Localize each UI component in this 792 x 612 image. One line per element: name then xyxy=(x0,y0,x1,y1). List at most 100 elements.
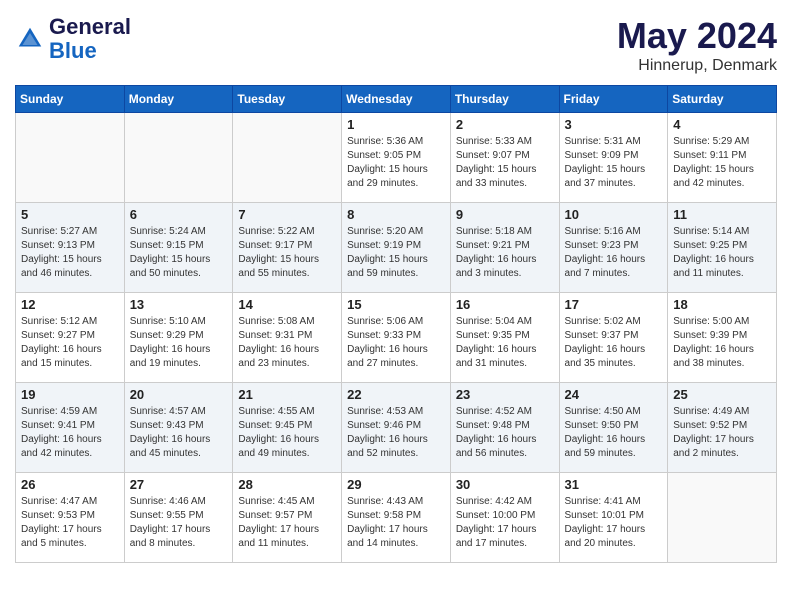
calendar-cell: 6 Sunrise: 5:24 AM Sunset: 9:15 PM Daylig… xyxy=(124,203,233,293)
calendar-table: SundayMondayTuesdayWednesdayThursdayFrid… xyxy=(15,85,777,563)
day-info: Sunrise: 4:41 AM Sunset: 10:01 PM Daylig… xyxy=(565,495,663,551)
day-number: 11 xyxy=(673,207,771,222)
day-number: 6 xyxy=(130,207,228,222)
logo-icon xyxy=(15,24,45,54)
day-number: 2 xyxy=(456,117,554,132)
day-number: 26 xyxy=(21,477,119,492)
day-info: Sunrise: 5:14 AM Sunset: 9:25 PM Dayligh… xyxy=(673,225,771,281)
day-number: 31 xyxy=(565,477,663,492)
calendar-cell: 10Sunrise: 5:16 AM Sunset: 9:23 PM Dayli… xyxy=(559,203,668,293)
day-info: Sunrise: 5:04 AM Sunset: 9:35 PM Dayligh… xyxy=(456,315,554,371)
calendar-cell: 13 Sunrise: 5:10 AM Sunset: 9:29 PM Dayli… xyxy=(124,293,233,383)
day-number: 23 xyxy=(456,387,554,402)
calendar-cell xyxy=(16,113,125,203)
location-title: Hinnerup, Denmark xyxy=(617,57,777,75)
day-info: Sunrise: 5:18 AM Sunset: 9:21 PM Dayligh… xyxy=(456,225,554,281)
day-info: Sunrise: 5:08 AM Sunset: 9:31 PM Dayligh… xyxy=(238,315,336,371)
day-info: Sunrise: 4:57 AM Sunset: 9:43 PM Dayligh… xyxy=(130,405,228,461)
calendar-cell: 1 Sunrise: 5:36 AM Sunset: 9:05 PM Daylig… xyxy=(342,113,451,203)
weekday-header-row: SundayMondayTuesdayWednesdayThursdayFrid… xyxy=(16,86,777,113)
calendar-cell: 4 Sunrise: 5:29 AM Sunset: 9:11 PM Daylig… xyxy=(668,113,777,203)
calendar-cell: 30 Sunrise: 4:42 AM Sunset: 10:00 PM Dayl… xyxy=(450,473,559,563)
day-info: Sunrise: 4:59 AM Sunset: 9:41 PM Dayligh… xyxy=(21,405,119,461)
day-info: Sunrise: 5:00 AM Sunset: 9:39 PM Dayligh… xyxy=(673,315,771,371)
day-info: Sunrise: 4:42 AM Sunset: 10:00 PM Daylig… xyxy=(456,495,554,551)
day-number: 4 xyxy=(673,117,771,132)
day-info: Sunrise: 5:10 AM Sunset: 9:29 PM Dayligh… xyxy=(130,315,228,371)
day-info: Sunrise: 4:49 AM Sunset: 9:52 PM Dayligh… xyxy=(673,405,771,461)
day-info: Sunrise: 5:22 AM Sunset: 9:17 PM Dayligh… xyxy=(238,225,336,281)
day-info: Sunrise: 4:43 AM Sunset: 9:58 PM Dayligh… xyxy=(347,495,445,551)
day-number: 28 xyxy=(238,477,336,492)
calendar-cell: 24 Sunrise: 4:50 AM Sunset: 9:50 PM Dayli… xyxy=(559,383,668,473)
day-info: Sunrise: 5:12 AM Sunset: 9:27 PM Dayligh… xyxy=(21,315,119,371)
calendar-cell: 29Sunrise: 4:43 AM Sunset: 9:58 PM Dayli… xyxy=(342,473,451,563)
day-info: Sunrise: 4:55 AM Sunset: 9:45 PM Dayligh… xyxy=(238,405,336,461)
logo-text: General Blue xyxy=(49,15,131,63)
day-number: 9 xyxy=(456,207,554,222)
day-number: 20 xyxy=(130,387,228,402)
calendar-cell: 31 Sunrise: 4:41 AM Sunset: 10:01 PM Dayl… xyxy=(559,473,668,563)
day-info: Sunrise: 5:27 AM Sunset: 9:13 PM Dayligh… xyxy=(21,225,119,281)
calendar-cell: 16 Sunrise: 5:04 AM Sunset: 9:35 PM Dayli… xyxy=(450,293,559,383)
calendar-cell: 9 Sunrise: 5:18 AM Sunset: 9:21 PM Daylig… xyxy=(450,203,559,293)
day-info: Sunrise: 4:53 AM Sunset: 9:46 PM Dayligh… xyxy=(347,405,445,461)
day-number: 22 xyxy=(347,387,445,402)
week-row-4: 19 Sunrise: 4:59 AM Sunset: 9:41 PM Dayli… xyxy=(16,383,777,473)
day-info: Sunrise: 4:50 AM Sunset: 9:50 PM Dayligh… xyxy=(565,405,663,461)
weekday-header-friday: Friday xyxy=(559,86,668,113)
day-number: 15 xyxy=(347,297,445,312)
day-info: Sunrise: 5:29 AM Sunset: 9:11 PM Dayligh… xyxy=(673,135,771,191)
calendar-cell: 22 Sunrise: 4:53 AM Sunset: 9:46 PM Dayli… xyxy=(342,383,451,473)
weekday-header-tuesday: Tuesday xyxy=(233,86,342,113)
week-row-3: 12 Sunrise: 5:12 AM Sunset: 9:27 PM Dayli… xyxy=(16,293,777,383)
day-info: Sunrise: 5:33 AM Sunset: 9:07 PM Dayligh… xyxy=(456,135,554,191)
day-number: 5 xyxy=(21,207,119,222)
calendar-cell: 17Sunrise: 5:02 AM Sunset: 9:37 PM Dayli… xyxy=(559,293,668,383)
logo: General Blue xyxy=(15,15,131,63)
day-number: 17 xyxy=(565,297,663,312)
day-number: 10 xyxy=(565,207,663,222)
calendar-cell: 3 Sunrise: 5:31 AM Sunset: 9:09 PM Daylig… xyxy=(559,113,668,203)
calendar-cell: 15 Sunrise: 5:06 AM Sunset: 9:33 PM Dayli… xyxy=(342,293,451,383)
day-info: Sunrise: 4:46 AM Sunset: 9:55 PM Dayligh… xyxy=(130,495,228,551)
calendar-cell: 18 Sunrise: 5:00 AM Sunset: 9:39 PM Dayli… xyxy=(668,293,777,383)
calendar-cell: 12 Sunrise: 5:12 AM Sunset: 9:27 PM Dayli… xyxy=(16,293,125,383)
calendar-cell: 14Sunrise: 5:08 AM Sunset: 9:31 PM Dayli… xyxy=(233,293,342,383)
calendar-cell: 21 Sunrise: 4:55 AM Sunset: 9:45 PM Dayli… xyxy=(233,383,342,473)
day-info: Sunrise: 5:36 AM Sunset: 9:05 PM Dayligh… xyxy=(347,135,445,191)
month-title: May 2024 xyxy=(617,15,777,57)
day-number: 1 xyxy=(347,117,445,132)
week-row-1: 1 Sunrise: 5:36 AM Sunset: 9:05 PM Daylig… xyxy=(16,113,777,203)
day-info: Sunrise: 5:24 AM Sunset: 9:15 PM Dayligh… xyxy=(130,225,228,281)
day-info: Sunrise: 5:31 AM Sunset: 9:09 PM Dayligh… xyxy=(565,135,663,191)
weekday-header-sunday: Sunday xyxy=(16,86,125,113)
day-number: 18 xyxy=(673,297,771,312)
week-row-5: 26Sunrise: 4:47 AM Sunset: 9:53 PM Dayli… xyxy=(16,473,777,563)
day-number: 3 xyxy=(565,117,663,132)
day-number: 12 xyxy=(21,297,119,312)
calendar-cell xyxy=(124,113,233,203)
day-number: 27 xyxy=(130,477,228,492)
day-number: 19 xyxy=(21,387,119,402)
day-info: Sunrise: 4:52 AM Sunset: 9:48 PM Dayligh… xyxy=(456,405,554,461)
day-number: 13 xyxy=(130,297,228,312)
calendar-cell: 26Sunrise: 4:47 AM Sunset: 9:53 PM Dayli… xyxy=(16,473,125,563)
day-info: Sunrise: 4:45 AM Sunset: 9:57 PM Dayligh… xyxy=(238,495,336,551)
day-number: 8 xyxy=(347,207,445,222)
title-area: May 2024 Hinnerup, Denmark xyxy=(617,15,777,75)
day-number: 30 xyxy=(456,477,554,492)
day-info: Sunrise: 5:06 AM Sunset: 9:33 PM Dayligh… xyxy=(347,315,445,371)
day-number: 16 xyxy=(456,297,554,312)
calendar-cell xyxy=(668,473,777,563)
day-number: 24 xyxy=(565,387,663,402)
calendar-cell: 28 Sunrise: 4:45 AM Sunset: 9:57 PM Dayli… xyxy=(233,473,342,563)
calendar-cell: 23 Sunrise: 4:52 AM Sunset: 9:48 PM Dayli… xyxy=(450,383,559,473)
calendar-cell xyxy=(233,113,342,203)
weekday-header-thursday: Thursday xyxy=(450,86,559,113)
calendar-cell: 8Sunrise: 5:20 AM Sunset: 9:19 PM Daylig… xyxy=(342,203,451,293)
day-number: 21 xyxy=(238,387,336,402)
weekday-header-saturday: Saturday xyxy=(668,86,777,113)
calendar-cell: 20 Sunrise: 4:57 AM Sunset: 9:43 PM Dayli… xyxy=(124,383,233,473)
week-row-2: 5 Sunrise: 5:27 AM Sunset: 9:13 PM Daylig… xyxy=(16,203,777,293)
